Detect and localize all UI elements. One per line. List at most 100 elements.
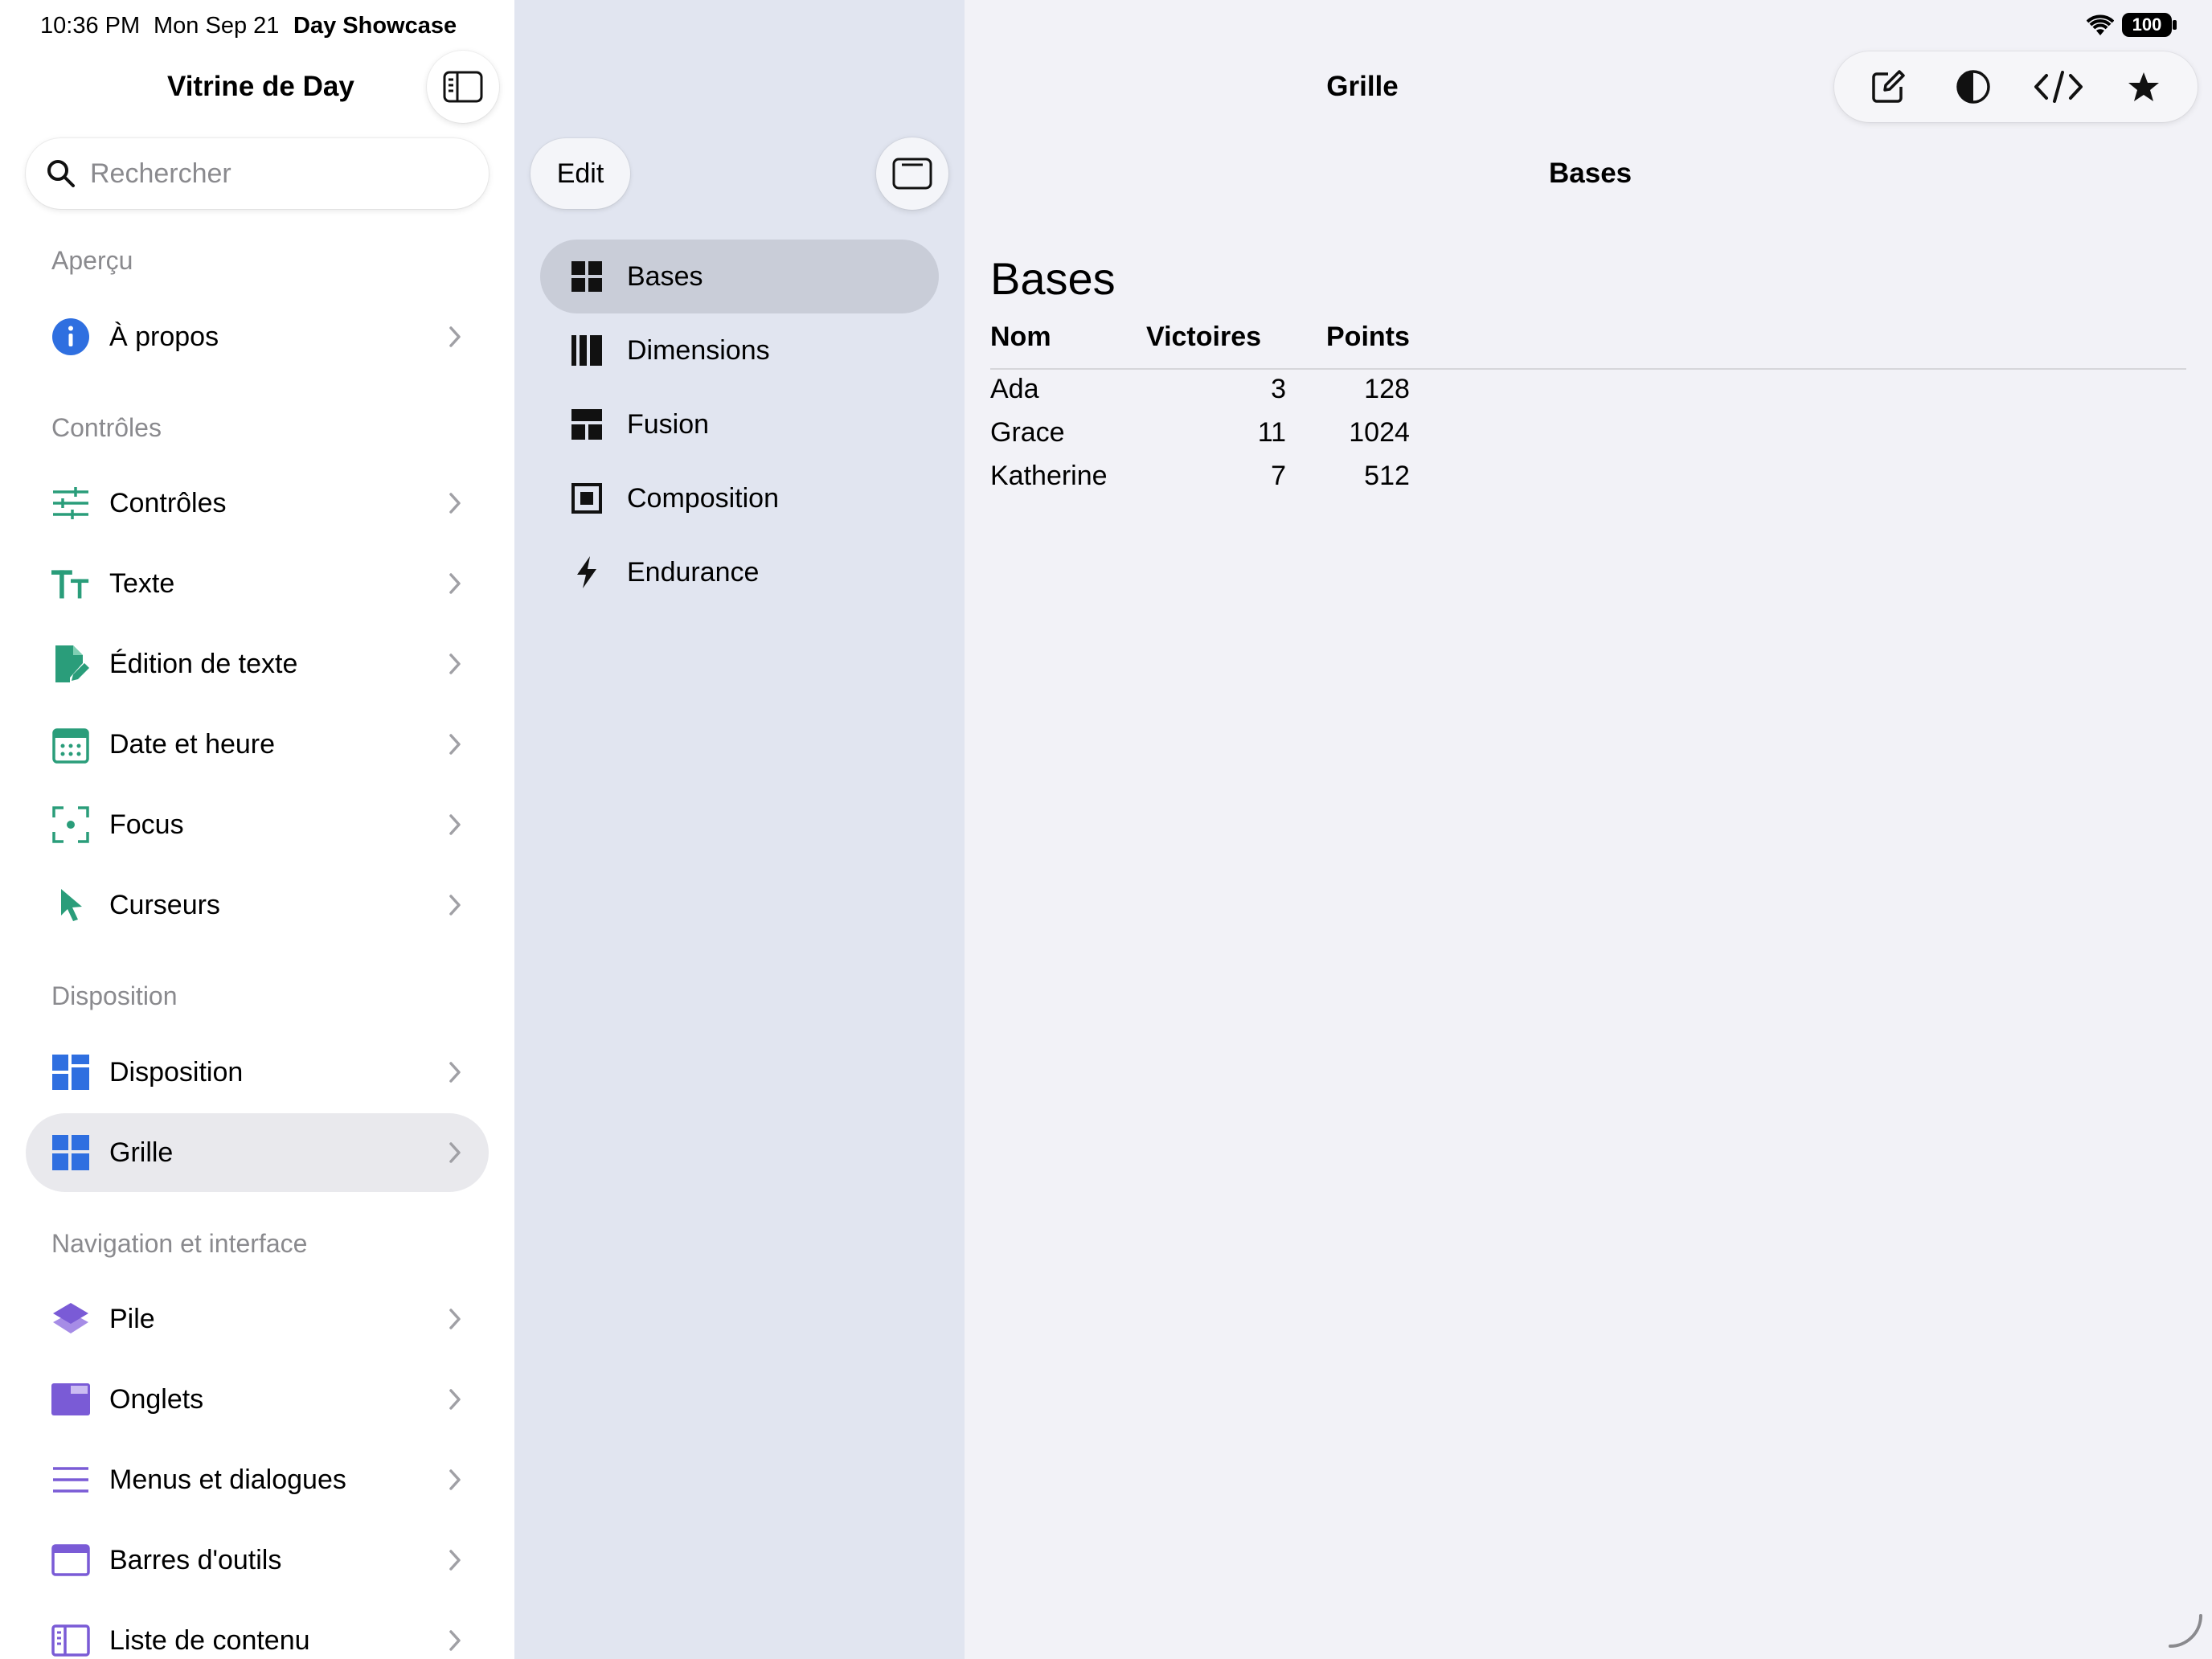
contrast-icon	[1956, 70, 1990, 104]
detail-subtitle: Bases	[1549, 158, 1632, 189]
sidebar-item-label: Édition de texte	[109, 648, 298, 679]
detail-toolbar	[1834, 51, 2198, 122]
sidebar-item-label: Texte	[109, 567, 175, 599]
status-app-name: Day Showcase	[293, 13, 457, 39]
wifi-icon	[2086, 14, 2115, 37]
window-icon	[892, 158, 932, 190]
sidebar-item-edition-de-texte[interactable]: Édition de texte	[26, 625, 489, 703]
status-date: Mon Sep 21	[154, 13, 280, 39]
battery-icon: 100	[2122, 13, 2172, 37]
search-icon	[47, 160, 75, 187]
list-item-composition[interactable]: Composition	[540, 461, 939, 535]
chevron-right-icon	[445, 487, 465, 519]
list-item-label: Bases	[627, 260, 703, 292]
sidebar-item-label: Grille	[109, 1137, 174, 1168]
section-header-apercu: Aperçu	[51, 246, 133, 275]
sidebar-item-grille[interactable]: Grille	[26, 1113, 489, 1192]
info-icon	[51, 317, 90, 356]
sidebar-item-label: Onglets	[109, 1383, 204, 1415]
cell-nom: Katherine	[990, 460, 1108, 491]
toggle-sidebar-button[interactable]	[427, 51, 499, 123]
columns-icon	[569, 333, 604, 368]
cell-points: 512	[1364, 460, 1410, 491]
list-item-endurance[interactable]: Endurance	[540, 535, 939, 609]
merge-icon	[569, 407, 604, 442]
sidebar-item-curseurs[interactable]: Curseurs	[26, 866, 489, 944]
chevron-right-icon	[445, 1137, 465, 1169]
sidebar-item-label: Date et heure	[109, 728, 276, 760]
sidebar-item-barres-d-outils[interactable]: Barres d'outils	[26, 1521, 489, 1600]
toggle-inspector-button[interactable]	[876, 137, 948, 210]
chevron-right-icon	[445, 1464, 465, 1496]
appearance-button[interactable]	[1945, 59, 2001, 115]
compose-button[interactable]	[1860, 59, 1916, 115]
sidebar-list-icon	[51, 1621, 90, 1659]
chevron-right-icon	[445, 728, 465, 760]
sidebar-item-texte[interactable]: Texte	[26, 544, 489, 623]
section-header-disposition: Disposition	[51, 981, 178, 1010]
sidebar-item-disposition[interactable]: Disposition	[26, 1033, 489, 1112]
detail-column	[965, 0, 2212, 1659]
code-button[interactable]	[2030, 59, 2087, 115]
cell-victoires: 7	[1271, 460, 1286, 491]
cell-points: 128	[1364, 373, 1410, 404]
sidebar-item-label: Menus et dialogues	[109, 1464, 346, 1495]
chevron-right-icon	[445, 1544, 465, 1576]
favorite-button[interactable]	[2116, 59, 2172, 115]
composition-icon	[569, 481, 604, 516]
sidebar-toggle-icon	[443, 71, 483, 103]
edit-button[interactable]: Edit	[530, 138, 630, 209]
sidebar-item-focus[interactable]: Focus	[26, 785, 489, 864]
section-header-navigation: Navigation et interface	[51, 1229, 308, 1258]
list-item-dimensions[interactable]: Dimensions	[540, 313, 939, 387]
column-header-victoires: Victoires	[1146, 322, 1262, 352]
grid-icon	[51, 1133, 90, 1172]
sidebar-item-a-propos[interactable]: À propos	[26, 297, 489, 376]
cell-victoires: 3	[1271, 373, 1286, 404]
compose-icon	[1872, 70, 1905, 103]
nav-title: Grille	[1326, 71, 1399, 102]
sliders-icon	[51, 484, 90, 522]
table-row: Katherine 7 512	[990, 454, 1410, 498]
data-grid: Nom Victoires Points Ada 3 128 Grace 11 …	[990, 322, 1410, 498]
layout-icon	[51, 1053, 90, 1092]
cell-points: 1024	[1349, 416, 1410, 448]
table-row: Ada 3 128	[990, 367, 1410, 411]
star-icon	[2128, 72, 2159, 101]
sidebar-item-label: Pile	[109, 1303, 155, 1334]
sidebar-item-menus-et-dialogues[interactable]: Menus et dialogues	[26, 1440, 489, 1519]
sidebar-item-label: Liste de contenu	[109, 1624, 310, 1656]
sidebar-item-label: Disposition	[109, 1056, 244, 1088]
bolt-icon	[569, 555, 604, 590]
sidebar-item-label: Focus	[109, 809, 184, 840]
table-row: Grace 11 1024	[990, 411, 1410, 454]
page-title: Bases	[990, 253, 1116, 304]
sidebar-item-date-et-heure[interactable]: Date et heure	[26, 705, 489, 784]
sidebar-title: Vitrine de Day	[167, 71, 354, 102]
column-header-points: Points	[1326, 322, 1410, 352]
code-icon	[2034, 71, 2083, 103]
section-header-controles: Contrôles	[51, 413, 162, 442]
sidebar-item-pile[interactable]: Pile	[26, 1280, 489, 1358]
column-header-nom: Nom	[990, 322, 1051, 352]
search-placeholder: Rechercher	[90, 158, 231, 189]
sidebar-item-label: Contrôles	[109, 487, 227, 518]
status-time: 10:36 PM	[40, 13, 141, 39]
list-item-fusion[interactable]: Fusion	[540, 387, 939, 461]
chevron-right-icon	[445, 809, 465, 841]
list-item-bases[interactable]: Bases	[540, 240, 939, 313]
list-item-label: Fusion	[627, 408, 710, 440]
chevron-right-icon	[445, 648, 465, 680]
stack-icon	[51, 1300, 90, 1338]
sidebar-item-label: Barres d'outils	[109, 1544, 282, 1575]
resize-handle[interactable]	[2165, 1611, 2206, 1651]
list-item-label: Endurance	[627, 556, 760, 588]
menu-lines-icon	[51, 1460, 90, 1499]
cell-nom: Ada	[990, 373, 1039, 404]
sidebar-item-controles[interactable]: Contrôles	[26, 464, 489, 543]
grid-icon	[569, 259, 604, 294]
search-field[interactable]: Rechercher	[26, 138, 489, 209]
sidebar-item-liste-de-contenu[interactable]: Liste de contenu	[26, 1601, 489, 1659]
chevron-right-icon	[445, 889, 465, 921]
sidebar-item-onglets[interactable]: Onglets	[26, 1360, 489, 1439]
